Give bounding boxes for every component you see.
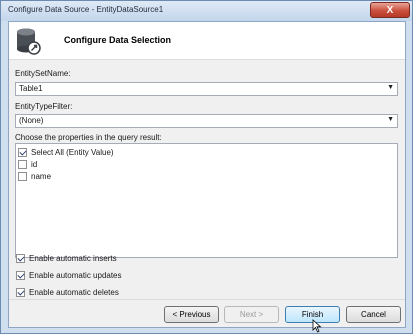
previous-button[interactable]: < Previous — [164, 306, 219, 323]
properties-label: Choose the properties in the query resul… — [15, 133, 162, 142]
chevron-down-icon: ▼ — [387, 116, 394, 123]
enable-deletes-label: Enable automatic deletes — [29, 287, 119, 297]
property-item-id[interactable]: id — [18, 158, 37, 170]
enable-deletes-option[interactable]: Enable automatic deletes — [16, 286, 119, 298]
enable-deletes-checkbox[interactable] — [16, 287, 25, 297]
entity-set-value: Table1 — [19, 84, 43, 93]
close-icon: X — [386, 4, 394, 16]
wizard-header: Configure Data Selection — [9, 22, 405, 60]
properties-listbox[interactable]: Select All (Entity Value) id name — [15, 143, 398, 258]
enable-updates-checkbox[interactable] — [16, 270, 25, 280]
close-button[interactable]: X — [370, 2, 410, 18]
mouse-pointer-icon — [312, 319, 322, 333]
entity-type-value: (None) — [19, 116, 44, 125]
cancel-button[interactable]: Cancel — [346, 306, 401, 323]
title-bar: Configure Data Source - EntityDataSource… — [1, 1, 412, 21]
entity-set-label: EntitySetName: — [15, 69, 71, 78]
property-label: name — [31, 171, 52, 181]
window-title: Configure Data Source - EntityDataSource… — [8, 5, 164, 14]
enable-inserts-checkbox[interactable] — [16, 253, 25, 263]
enable-updates-option[interactable]: Enable automatic updates — [16, 269, 122, 281]
database-icon — [17, 28, 41, 55]
enable-updates-label: Enable automatic updates — [29, 270, 122, 280]
entity-type-dropdown[interactable]: (None) ▼ — [15, 114, 398, 128]
property-label: Select All (Entity Value) — [31, 147, 114, 157]
enable-inserts-option[interactable]: Enable automatic inserts — [16, 252, 117, 264]
enable-inserts-label: Enable automatic inserts — [29, 253, 117, 263]
property-label: id — [31, 159, 38, 169]
dialog-client-area: Configure Data Selection EntitySetName: … — [8, 21, 406, 328]
property-item-select-all[interactable]: Select All (Entity Value) — [18, 146, 114, 158]
wizard-footer: < Previous Next > Finish Cancel — [9, 299, 405, 327]
next-button[interactable]: Next > — [224, 306, 279, 323]
entity-set-dropdown[interactable]: Table1 ▼ — [15, 82, 398, 96]
checkbox[interactable] — [18, 147, 27, 157]
checkbox[interactable] — [18, 171, 27, 181]
entity-type-label: EntityTypeFilter: — [15, 102, 73, 111]
dialog-window: Configure Data Source - EntityDataSource… — [0, 0, 413, 334]
checkbox[interactable] — [18, 159, 27, 169]
page-title: Configure Data Selection — [64, 35, 172, 45]
chevron-down-icon: ▼ — [387, 84, 394, 91]
property-item-name[interactable]: name — [18, 170, 51, 182]
